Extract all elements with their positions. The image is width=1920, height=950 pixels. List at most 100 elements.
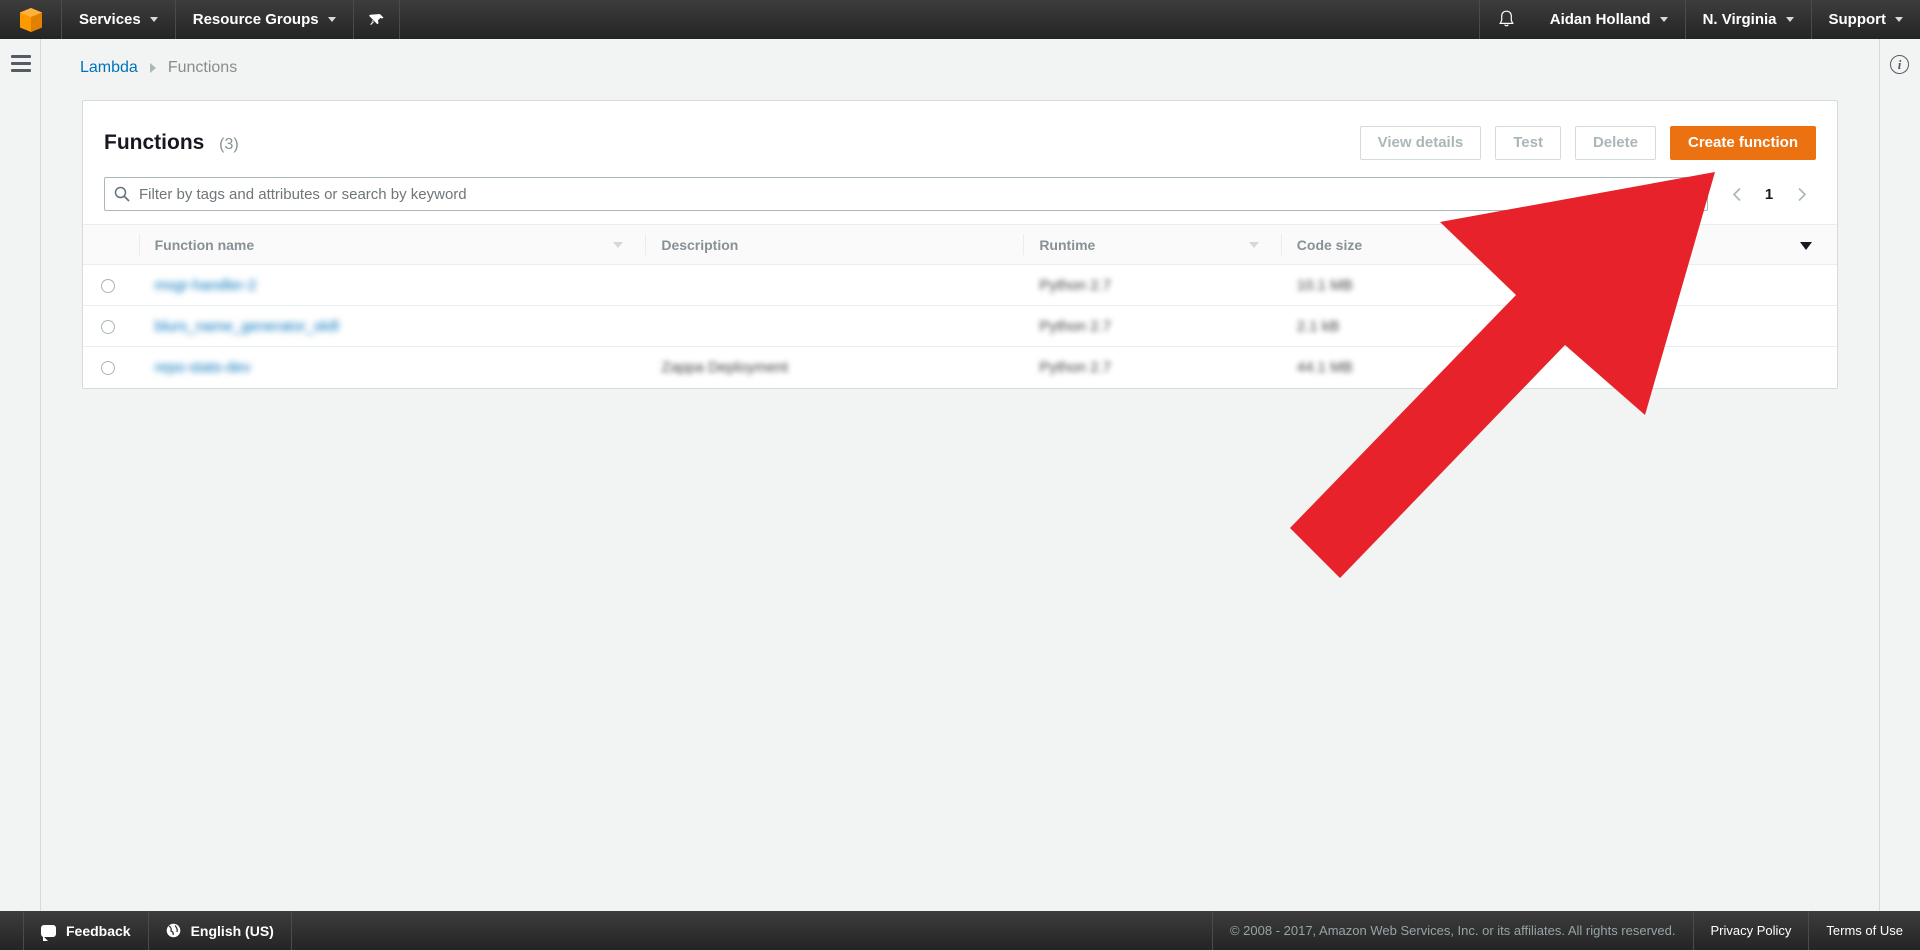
aws-lambda-console: Services Resource Groups Aidan Holland N… xyxy=(0,0,1920,950)
search-input[interactable] xyxy=(139,178,1679,210)
cell-spacer xyxy=(1775,264,1837,306)
top-navigation-bar: Services Resource Groups Aidan Holland N… xyxy=(0,0,1920,39)
column-header-select xyxy=(83,224,139,265)
pagination: 1 xyxy=(1722,179,1816,209)
nav-region-menu[interactable]: N. Virginia xyxy=(1686,0,1812,39)
table-body: msgr-handler-2 Python 2.7 10.1 MB blurs_nam… xyxy=(83,264,1837,388)
view-details-button[interactable]: View details xyxy=(1359,125,1482,160)
info-circle-icon[interactable]: i xyxy=(1890,55,1909,74)
nav-support-menu[interactable]: Support xyxy=(1812,0,1920,39)
search-icon xyxy=(105,186,139,202)
sort-caret-icon[interactable] xyxy=(613,241,624,248)
cell-runtime: Python 2.7 xyxy=(1023,305,1281,347)
create-function-button[interactable]: Create function xyxy=(1669,125,1816,160)
speech-bubble-icon xyxy=(41,924,56,941)
pagination-page-1[interactable]: 1 xyxy=(1756,186,1782,203)
delete-button[interactable]: Delete xyxy=(1574,125,1656,160)
hamburger-bar xyxy=(11,62,31,65)
row-select-cell xyxy=(83,347,139,388)
cell-code-size-text: 10.1 MB xyxy=(1296,276,1353,294)
sort-caret-icon[interactable] xyxy=(1248,241,1259,248)
cell-code-size-text: 44.1 MB xyxy=(1296,358,1353,376)
cell-function-name[interactable]: repo-stats-dev xyxy=(139,347,646,388)
main-content: Lambda Functions Functions (3) View deta… xyxy=(41,39,1879,911)
cell-runtime-text: Python 2.7 xyxy=(1039,317,1112,335)
pushpin-icon[interactable] xyxy=(354,0,400,39)
row-radio-button[interactable] xyxy=(101,319,115,334)
hamburger-menu-icon[interactable] xyxy=(11,55,31,72)
right-rail: i xyxy=(1879,39,1920,911)
functions-panel: Functions (3) View details Test Delete C… xyxy=(82,100,1838,389)
cell-runtime-text: Python 2.7 xyxy=(1039,358,1112,376)
table-row[interactable]: repo-stats-dev Zappa Deployment Python 2.7… xyxy=(83,347,1837,388)
table-header-row: Function name Description Runtime Code s… xyxy=(83,224,1837,265)
footer-spacer xyxy=(292,911,1212,950)
row-radio-button[interactable] xyxy=(101,278,115,293)
column-header-label: Code size xyxy=(1296,236,1363,253)
nav-account-menu[interactable]: Aidan Holland xyxy=(1533,0,1686,39)
functions-count: (3) xyxy=(219,135,239,153)
chevron-down-icon xyxy=(1785,17,1794,22)
cell-code-size-text: 2.1 kB xyxy=(1296,317,1340,335)
footer-left-pad xyxy=(0,911,24,950)
terms-of-use-link[interactable]: Terms of Use xyxy=(1808,911,1920,950)
test-button[interactable]: Test xyxy=(1495,125,1561,160)
cell-description: Zappa Deployment xyxy=(645,347,1023,388)
chevron-down-icon xyxy=(327,17,336,22)
feedback-button[interactable]: Feedback xyxy=(24,911,149,950)
cell-function-name[interactable]: msgr-handler-2 xyxy=(138,264,646,306)
bell-icon-glyph xyxy=(1498,10,1514,27)
row-select-cell xyxy=(83,264,139,306)
aws-cube-logo[interactable] xyxy=(0,0,62,39)
cell-function-name-text: repo-stats-dev xyxy=(154,358,251,376)
cell-spacer xyxy=(1775,305,1837,347)
table-row[interactable]: msgr-handler-2 Python 2.7 10.1 MB xyxy=(83,264,1837,306)
nav-account-label: Aidan Holland xyxy=(1549,11,1651,28)
left-rail xyxy=(0,39,41,911)
cell-runtime: Python 2.7 xyxy=(1023,347,1280,388)
column-header-description[interactable]: Description xyxy=(645,224,1024,265)
cell-runtime: Python 2.7 xyxy=(1023,264,1281,306)
column-header-runtime[interactable]: Runtime xyxy=(1023,224,1281,265)
column-header-settings[interactable] xyxy=(1775,224,1837,265)
column-divider xyxy=(1280,234,1282,255)
chevron-down-icon xyxy=(149,17,158,22)
hamburger-bar xyxy=(11,55,31,58)
nav-resource-groups-menu[interactable]: Resource Groups xyxy=(176,0,354,39)
cell-code-size: 44.1 MB xyxy=(1281,347,1775,388)
breadcrumb-item-functions: Functions xyxy=(167,59,238,76)
search-box[interactable]: ? xyxy=(104,177,1708,211)
chevron-right-icon xyxy=(149,63,156,73)
cell-code-size: 10.1 MB xyxy=(1280,264,1776,306)
help-glyph: ? xyxy=(1685,186,1692,201)
column-header-label: Function name xyxy=(154,236,255,253)
privacy-policy-link[interactable]: Privacy Policy xyxy=(1692,911,1809,950)
column-header-code-size[interactable]: Code size xyxy=(1280,224,1776,265)
column-header-function-name[interactable]: Function name xyxy=(138,224,646,265)
bell-notification-icon[interactable] xyxy=(1478,0,1533,39)
help-circle-icon[interactable]: ? xyxy=(1679,184,1698,204)
aws-cube-logo-glyph xyxy=(19,7,42,32)
caret-down-icon[interactable] xyxy=(1800,241,1813,250)
column-header-label: Runtime xyxy=(1039,236,1096,253)
pagination-prev-button[interactable] xyxy=(1722,179,1752,209)
pagination-next-button[interactable] xyxy=(1786,179,1816,209)
language-selector[interactable]: English (US) xyxy=(149,911,292,950)
nav-region-label: N. Virginia xyxy=(1702,11,1777,28)
panel-actions: View details Test Delete Create function xyxy=(1359,125,1816,160)
feedback-label: Feedback xyxy=(66,922,131,939)
breadcrumb: Lambda Functions xyxy=(41,39,1879,77)
chevron-left-icon xyxy=(1732,187,1741,201)
breadcrumb-item-lambda[interactable]: Lambda xyxy=(80,59,138,77)
table-row[interactable]: blurs_name_generator_skill Python 2.7 2.1 … xyxy=(83,305,1837,347)
functions-table: Function name Description Runtime Code s… xyxy=(83,224,1837,388)
nav-support-label: Support xyxy=(1828,11,1887,28)
cell-function-name-text: msgr-handler-2 xyxy=(154,276,257,294)
row-select-cell xyxy=(83,305,139,347)
nav-services-menu[interactable]: Services xyxy=(62,0,176,39)
row-radio-button[interactable] xyxy=(101,360,115,375)
column-divider xyxy=(138,234,140,255)
cell-function-name[interactable]: blurs_name_generator_skill xyxy=(138,305,646,347)
page-title: Functions (3) xyxy=(104,131,239,155)
